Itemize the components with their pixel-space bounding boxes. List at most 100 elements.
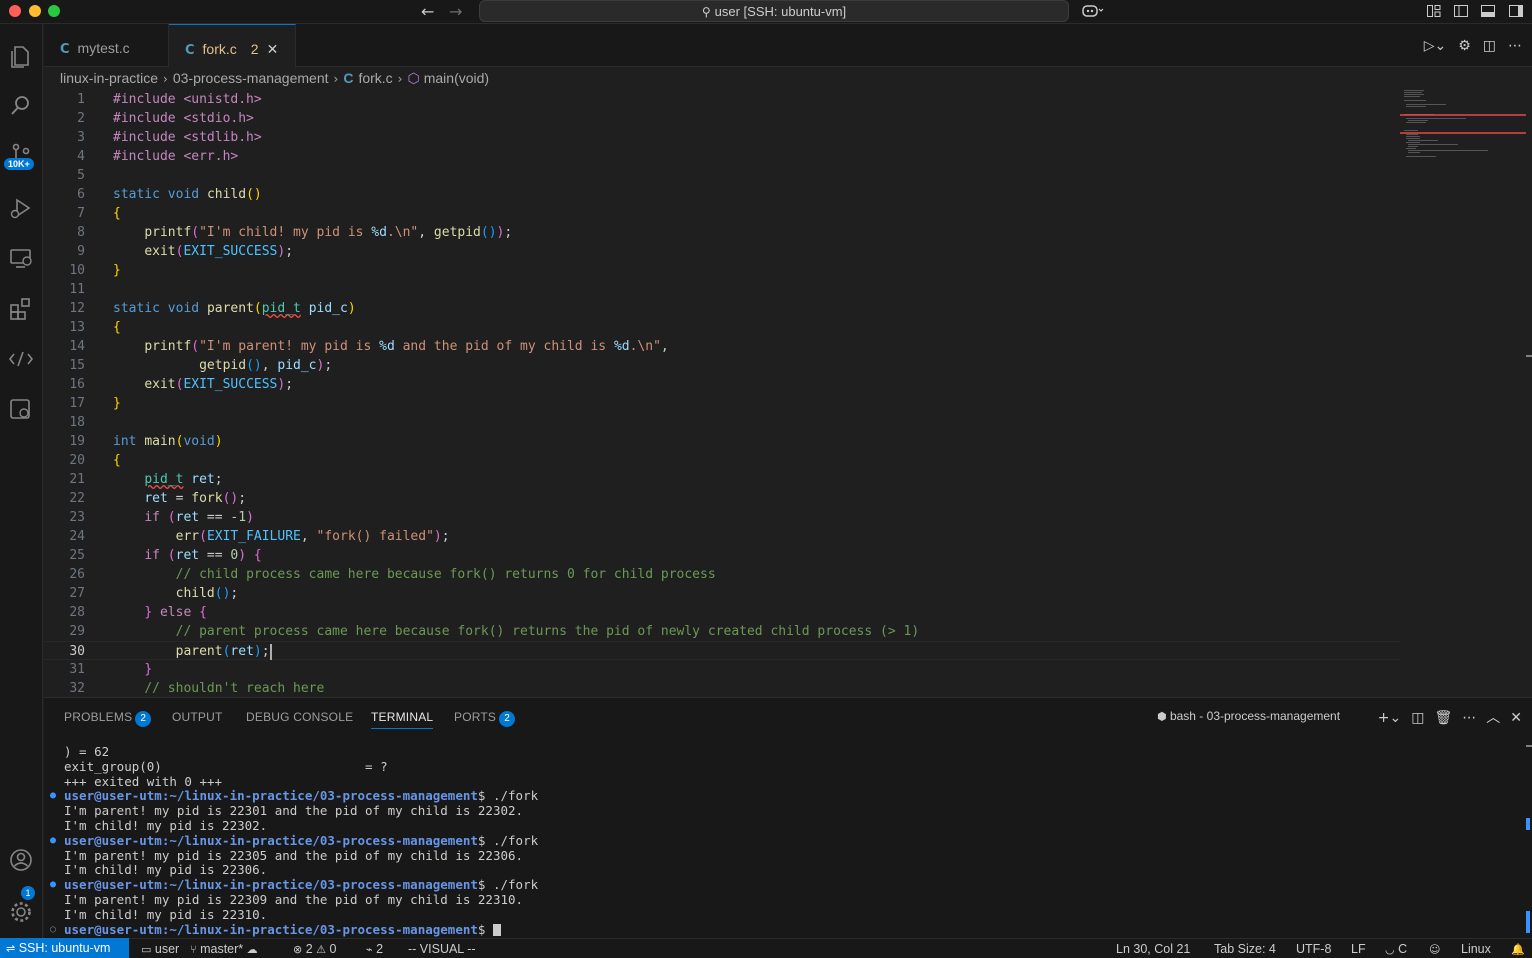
tab-debug-console[interactable]: DEBUG CONSOLE xyxy=(246,710,353,724)
line-number: 24 xyxy=(69,529,85,544)
status-platform[interactable]: Linux xyxy=(1461,939,1491,958)
back-arrow-icon[interactable]: ← xyxy=(421,2,434,21)
terminal-prompt-line: ● user@user-utm:~/linux-in-practice/03-pr… xyxy=(50,877,1504,893)
code-token: #include <unistd.h> xyxy=(113,92,262,107)
chevron-right-icon: › xyxy=(333,72,339,86)
code-token: // parent process came here because fork… xyxy=(175,624,920,639)
line-number: 16 xyxy=(69,377,85,392)
code-line: 5 xyxy=(44,166,1400,185)
line-number: 23 xyxy=(69,510,85,525)
editor-actions: ▷⌄ ⚙ ◫ ⋯ xyxy=(1412,38,1522,54)
command-status-icon[interactable]: ● xyxy=(50,834,56,849)
code-editor[interactable]: 1 #include <unistd.h> 2 #include <stdio.h>… xyxy=(44,90,1400,696)
command-center-label: user [SSH: ubuntu-vm] xyxy=(714,4,847,19)
search-icon[interactable] xyxy=(7,92,35,120)
toggle-secondary-sidebar-icon[interactable] xyxy=(1508,3,1524,19)
tab-output[interactable]: OUTPUT xyxy=(172,710,223,724)
forward-arrow-icon[interactable]: → xyxy=(449,2,462,21)
status-branch[interactable]: ⑂ master* ☁ xyxy=(190,939,258,958)
code-line: 11 xyxy=(44,280,1400,299)
code-line: 26 // child process came here because fo… xyxy=(44,565,1400,584)
status-language[interactable]: ◡ C xyxy=(1385,939,1407,958)
explorer-icon[interactable] xyxy=(7,42,35,70)
tab-ports[interactable]: PORTS 2 xyxy=(454,710,516,727)
status-user[interactable]: ▭ user xyxy=(141,939,179,958)
window-minimize-button[interactable] xyxy=(29,5,41,17)
extensions-icon[interactable] xyxy=(7,295,35,323)
breadcrumb-symbol[interactable]: main(void) xyxy=(424,70,489,86)
code-token: if xyxy=(144,548,160,563)
terminal-prompt-line: ● user@user-utm:~/linux-in-practice/03-pr… xyxy=(50,833,1504,849)
activity-bar: 10K+ 1 xyxy=(0,24,43,938)
remote-tunnels-icon[interactable] xyxy=(7,395,35,423)
trash-icon[interactable]: 🗑 xyxy=(1434,710,1452,726)
tab-fork-c[interactable]: Cfork.c 2 ✕ xyxy=(169,24,296,68)
close-icon[interactable]: ✕ xyxy=(267,42,279,58)
tab-mytest-c[interactable]: Cmytest.c xyxy=(44,24,169,67)
gear-icon[interactable] xyxy=(7,898,35,926)
run-and-debug-icon[interactable] xyxy=(7,194,35,222)
command-status-icon[interactable]: ● xyxy=(50,789,56,804)
code-line: 31 } xyxy=(44,660,1400,679)
code-line: 17} xyxy=(44,394,1400,413)
remote-indicator[interactable]: ⇌ SSH: ubuntu-vm xyxy=(0,938,129,958)
accounts-icon[interactable] xyxy=(7,846,35,874)
warning-icon: ⚠ xyxy=(316,943,327,956)
code-token: getpid xyxy=(433,225,481,240)
copilot-status[interactable]: ☺ xyxy=(1429,939,1440,958)
code-token: #include <stdio.h> xyxy=(113,111,254,126)
terminal-icon: ⬢ xyxy=(1157,710,1167,723)
notifications-bell[interactable]: 🔔 xyxy=(1511,939,1525,958)
line-number: 1 xyxy=(77,92,85,107)
status-ports[interactable]: ⌁ 2 xyxy=(366,939,383,958)
terminal-line: I'm child! my pid is 22302. xyxy=(64,817,268,833)
code-line: 14 printf("I'm parent! my pid is %d and … xyxy=(44,337,1400,356)
maximize-panel-icon[interactable]: ︿ xyxy=(1486,710,1500,726)
copilot-icon[interactable] xyxy=(1082,3,1104,19)
toggle-panel-icon[interactable] xyxy=(1480,3,1496,19)
tab-label: mytest.c xyxy=(77,40,130,56)
status-problems[interactable]: ⊗ 2 ⚠ 0 xyxy=(293,939,336,958)
minimap[interactable] xyxy=(1400,88,1526,168)
code-token: .\n" xyxy=(386,225,419,240)
split-editor-icon[interactable]: ◫ xyxy=(1483,38,1496,54)
line-number: 13 xyxy=(69,320,85,335)
code-line: 22 ret = fork(); xyxy=(44,489,1400,508)
terminal-selector[interactable]: ⬢ bash - 03-process-management xyxy=(1157,709,1340,723)
tab-problems[interactable]: PROBLEMS 2 xyxy=(64,710,152,727)
code-token: fork xyxy=(191,491,223,506)
live-share-icon[interactable] xyxy=(7,345,35,373)
command-status-icon[interactable]: ● xyxy=(50,878,56,893)
breadcrumb-file[interactable]: fork.c xyxy=(358,70,392,86)
status-eol[interactable]: LF xyxy=(1351,939,1366,958)
window-maximize-button[interactable] xyxy=(48,5,60,17)
code-line: 4 #include <err.h> xyxy=(44,147,1400,166)
remote-explorer-icon[interactable] xyxy=(7,244,35,272)
breadcrumb-folder[interactable]: 03-process-management xyxy=(173,70,329,86)
gear-icon[interactable]: ⚙ xyxy=(1458,38,1471,54)
toggle-primary-sidebar-icon[interactable] xyxy=(1453,3,1469,19)
layout-customize-icon[interactable] xyxy=(1426,3,1442,19)
new-terminal-icon[interactable]: +⌄ xyxy=(1378,710,1401,726)
status-cursor-position[interactable]: Ln 30, Col 21 xyxy=(1116,939,1190,958)
bell-icon: 🔔 xyxy=(1511,943,1525,956)
status-tab-size[interactable]: Tab Size: 4 xyxy=(1214,939,1276,958)
terminal-output[interactable]: ) = 62 exit_group(0) = ? +++ exited with… xyxy=(50,744,1504,937)
code-token: -1 xyxy=(230,510,247,525)
status-encoding[interactable]: UTF-8 xyxy=(1296,939,1331,958)
command-center[interactable]: ⚲ user [SSH: ubuntu-vm] xyxy=(479,0,1069,22)
close-icon[interactable]: ✕ xyxy=(1510,710,1522,726)
window-close-button[interactable] xyxy=(9,5,21,17)
run-icon[interactable]: ▷⌄ xyxy=(1424,38,1447,54)
folder-icon: ▭ xyxy=(141,943,152,956)
line-number: 31 xyxy=(69,662,85,677)
more-actions-icon[interactable]: ⋯ xyxy=(1462,710,1476,726)
code-token: #include <err.h> xyxy=(113,149,239,164)
code-line: 28 } else { xyxy=(44,603,1400,622)
line-number: 18 xyxy=(69,415,85,430)
more-actions-icon[interactable]: ⋯ xyxy=(1508,38,1522,54)
tab-label: OUTPUT xyxy=(172,710,223,724)
breadcrumb-folder[interactable]: linux-in-practice xyxy=(60,70,158,86)
tab-terminal[interactable]: TERMINAL xyxy=(371,710,434,729)
split-terminal-icon[interactable]: ◫ xyxy=(1411,710,1424,726)
